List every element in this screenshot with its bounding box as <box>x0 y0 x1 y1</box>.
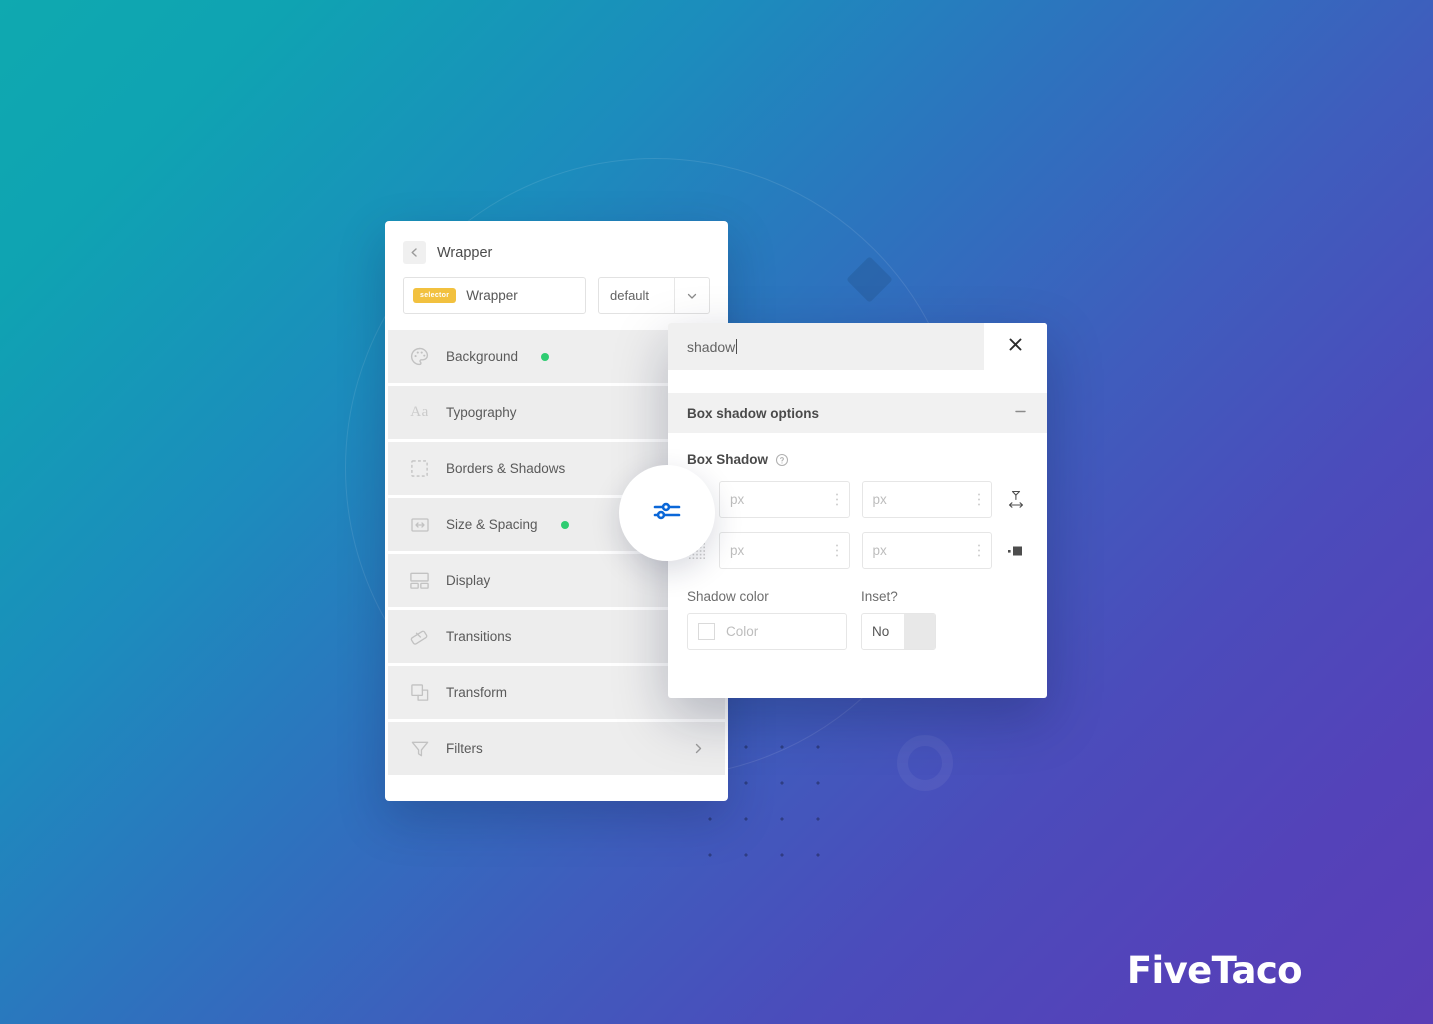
shadow-offset-row-1: px px <box>687 481 1028 518</box>
help-circle-icon[interactable] <box>775 453 789 467</box>
minus-icon[interactable] <box>1013 404 1028 422</box>
sidebar-item-label: Display <box>446 573 491 588</box>
layout-blocks-icon <box>408 569 431 592</box>
section-title: Box shadow options <box>687 405 820 421</box>
shadow-color-input[interactable]: Color <box>687 613 847 650</box>
close-icon <box>1007 336 1024 358</box>
transform-squares-icon <box>408 681 431 704</box>
sliders-settings-icon <box>650 494 684 533</box>
spread-icon <box>1004 545 1028 557</box>
field-label-text: Box Shadow <box>687 452 769 467</box>
spread-radius-placeholder: px <box>872 543 887 558</box>
shadow-offset-grid: px px px px <box>687 481 1028 569</box>
box-shadow-field-label: Box Shadow <box>687 452 1028 467</box>
sidebar-item-label: Background <box>446 349 519 364</box>
sidebar-item-filters[interactable]: Filters <box>388 722 725 775</box>
vertical-dots-icon[interactable] <box>835 492 839 507</box>
arrows-horizontal-icon <box>408 513 431 536</box>
toggle-knob[interactable] <box>904 614 935 649</box>
inset-group: Inset? No <box>861 589 936 650</box>
status-dot <box>560 520 569 529</box>
text-cursor <box>736 339 738 354</box>
panel-header: Wrapper <box>385 221 728 277</box>
sidebar-item-label: Borders & Shadows <box>446 461 566 476</box>
sidebar-item-label: Filters <box>446 741 483 756</box>
brand-logo: FiveTaco <box>1126 949 1303 992</box>
color-swatch[interactable] <box>698 623 715 640</box>
offset-y-placeholder: px <box>872 492 887 507</box>
sidebar-item-label: Transform <box>446 685 508 700</box>
selector-badge: selector <box>413 288 457 303</box>
selector-field[interactable]: selector Wrapper <box>403 277 586 314</box>
sidebar-item-label: Size & Spacing <box>446 517 538 532</box>
dashed-square-icon <box>408 457 431 480</box>
chevron-down-icon[interactable] <box>674 278 709 313</box>
offset-x-input[interactable]: px <box>719 481 850 518</box>
offset-y-input[interactable]: px <box>861 481 992 518</box>
section-header-box-shadow-options[interactable]: Box shadow options <box>668 393 1047 433</box>
state-select[interactable]: default <box>598 277 710 314</box>
search-input[interactable]: shadow <box>668 323 984 370</box>
dialog-body: Box Shadow px px px px Shadow color Colo… <box>668 433 1047 650</box>
inset-label: Inset? <box>861 589 898 604</box>
selector-value: Wrapper <box>466 288 518 303</box>
offset-measure-icon <box>1004 490 1028 510</box>
inset-value: No <box>872 624 890 639</box>
spread-radius-input[interactable]: px <box>861 532 992 569</box>
search-input-value: shadow <box>687 338 736 355</box>
typography-aa-icon: Aa <box>410 404 429 420</box>
vertical-dots-icon[interactable] <box>977 492 981 507</box>
eraser-icon <box>408 625 431 648</box>
status-dot <box>541 352 550 361</box>
diamond-shape <box>846 256 893 303</box>
blur-radius-input[interactable]: px <box>719 532 850 569</box>
chevron-left-icon <box>409 247 420 258</box>
shadow-color-group: Shadow color Color <box>687 589 847 650</box>
donut-ring-shape <box>897 735 953 791</box>
shadow-bottom-row: Shadow color Color Inset? No <box>687 589 1028 650</box>
sidebar-item-label: Typography <box>446 405 517 420</box>
shadow-color-placeholder: Color <box>726 624 759 639</box>
back-button[interactable] <box>403 241 426 264</box>
funnel-icon <box>408 737 431 760</box>
vertical-dots-icon[interactable] <box>835 543 839 558</box>
shadow-color-label: Shadow color <box>687 589 769 604</box>
sidebar-item-label: Transitions <box>446 629 512 644</box>
offset-x-placeholder: px <box>730 492 745 507</box>
box-shadow-dialog: shadow Box shadow options Box Shadow px … <box>668 323 1047 698</box>
state-value: default <box>610 288 650 303</box>
vertical-dots-icon[interactable] <box>977 543 981 558</box>
blur-radius-placeholder: px <box>730 543 745 558</box>
close-button[interactable] <box>984 323 1047 370</box>
settings-fab-button[interactable] <box>619 465 715 561</box>
inset-toggle[interactable]: No <box>861 613 936 650</box>
dialog-search-bar: shadow <box>668 323 1047 370</box>
page-title: Wrapper <box>437 244 493 261</box>
dialog-spacer <box>668 370 1047 393</box>
chevron-right-icon[interactable] <box>692 742 705 755</box>
palette-icon <box>408 345 431 368</box>
shadow-offset-row-2: px px <box>687 532 1028 569</box>
